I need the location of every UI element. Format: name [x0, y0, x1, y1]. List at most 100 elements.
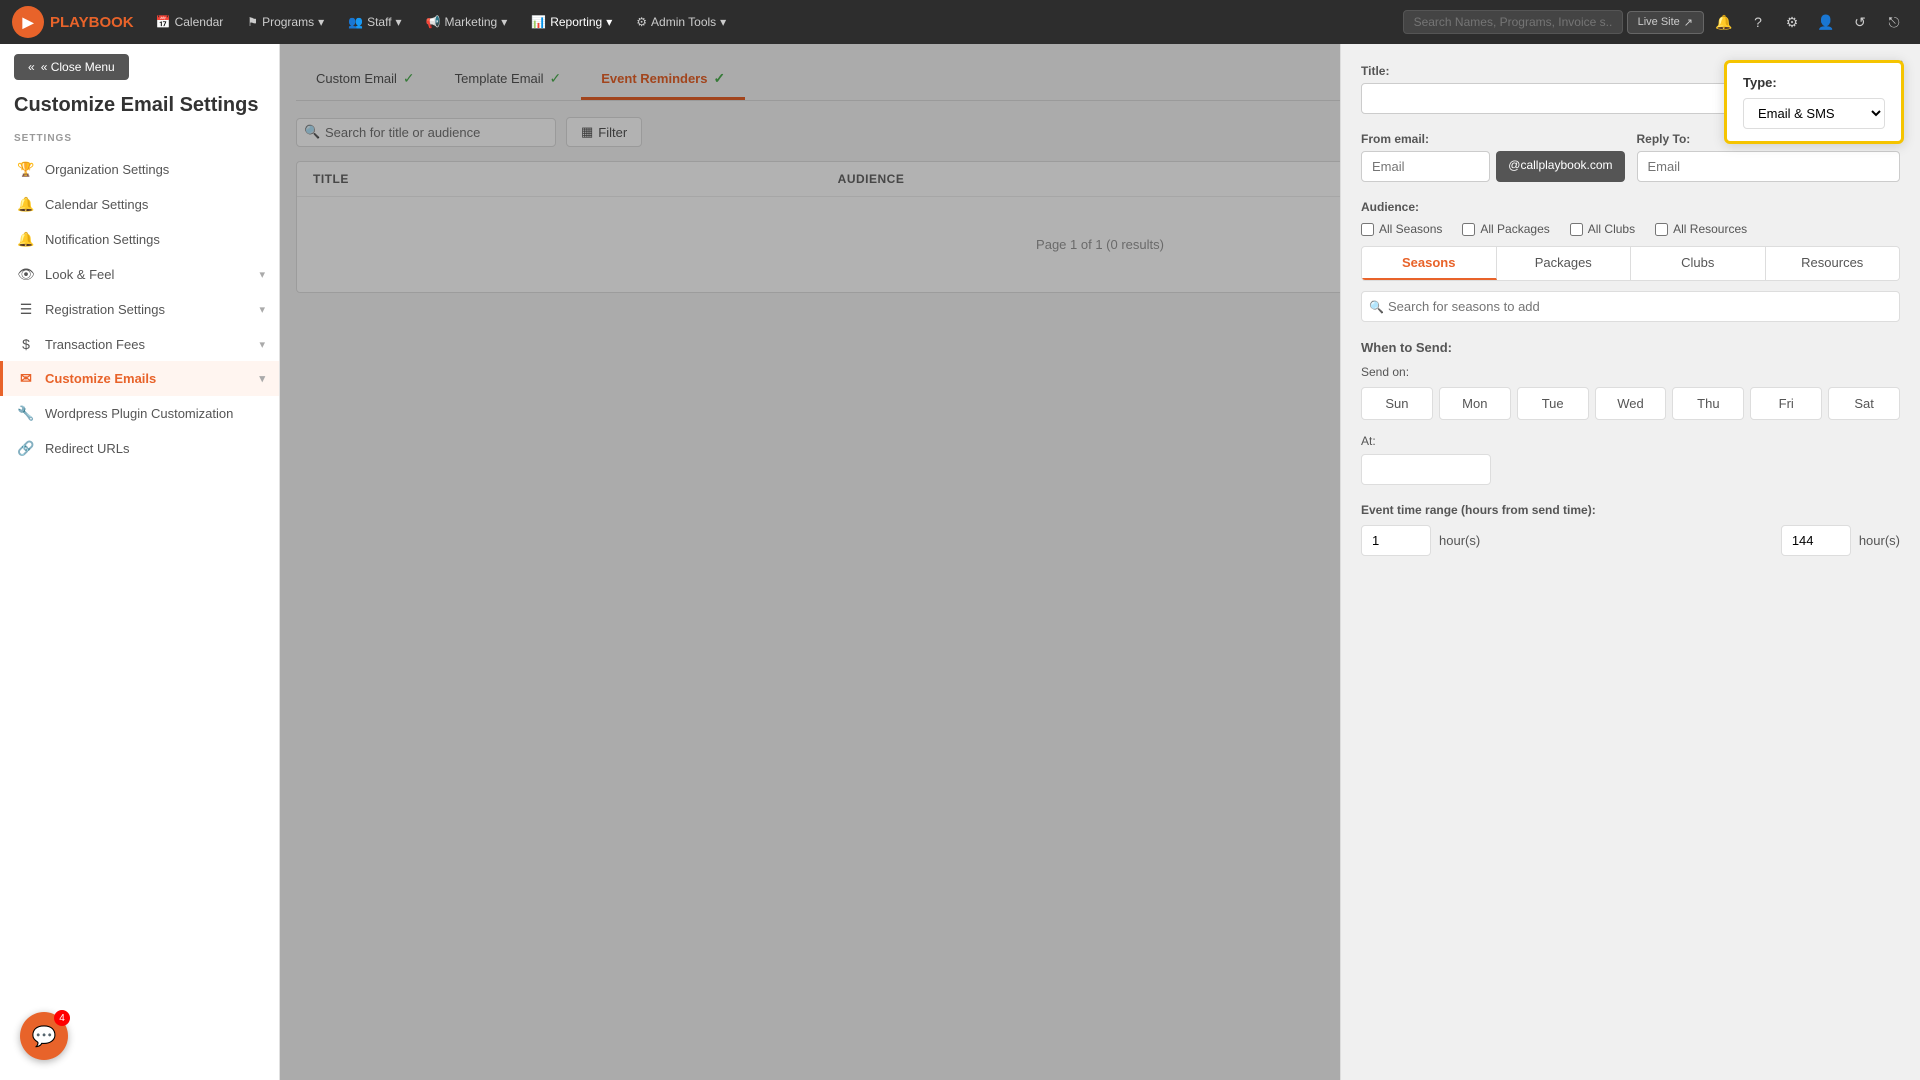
day-sun-button[interactable]: Sun [1361, 387, 1433, 420]
all-seasons-checkbox[interactable] [1361, 223, 1374, 236]
audience-tab-packages[interactable]: Packages [1497, 247, 1632, 280]
user-profile-button[interactable]: 👤 [1812, 8, 1840, 36]
topnav: ▶ PLAYBOOK 📅 Calendar ⚑ Programs ▾ 👥 Sta… [0, 0, 1920, 44]
when-to-send-section: When to Send: Send on: Sun Mon Tue Wed T… [1361, 340, 1900, 485]
all-resources-checkbox[interactable] [1655, 223, 1668, 236]
day-wed-button[interactable]: Wed [1595, 387, 1667, 420]
day-tue-button[interactable]: Tue [1517, 387, 1589, 420]
global-search-input[interactable] [1403, 10, 1623, 34]
nav-marketing[interactable]: 📢 Marketing ▾ [416, 11, 518, 33]
logo-text: PLAYBOOK [50, 14, 134, 31]
event-range-label: Event time range (hours from send time): [1361, 503, 1900, 517]
sidebar-item-notification-settings[interactable]: 🔔 Notification Settings [0, 222, 279, 257]
type-select[interactable]: Email & SMS Email Only SMS Only [1743, 98, 1885, 129]
programs-icon: ⚑ [247, 15, 258, 29]
nav-programs[interactable]: ⚑ Programs ▾ [237, 11, 334, 33]
bell-icon: 🔔 [17, 231, 35, 248]
audience-tab-resources[interactable]: Resources [1766, 247, 1900, 280]
event-time-range-section: Event time range (hours from send time):… [1361, 503, 1900, 556]
list-icon: ☰ [17, 301, 35, 318]
logo-icon: ▶ [12, 6, 44, 38]
sidebar-item-transaction-fees[interactable]: $ Transaction Fees ▾ [0, 327, 279, 361]
bell-icon: 🔔 [17, 196, 35, 213]
sidebar-item-customize-emails[interactable]: ✉ Customize Emails ▾ [0, 361, 279, 396]
when-to-send-label: When to Send: [1361, 340, 1900, 355]
all-clubs-checkbox[interactable] [1570, 223, 1583, 236]
day-buttons: Sun Mon Tue Wed Thu Fri Sat [1361, 387, 1900, 420]
from-email-label: From email: [1361, 132, 1625, 146]
audience-search-input[interactable] [1361, 291, 1900, 322]
eye-icon: 👁 [17, 266, 35, 283]
nav-staff[interactable]: 👥 Staff ▾ [338, 11, 411, 33]
main-content: Custom Email ✓ Template Email ✓ Event Re… [280, 44, 1920, 1080]
chevron-down-icon: ▾ [720, 15, 726, 29]
day-thu-button[interactable]: Thu [1672, 387, 1744, 420]
marketing-icon: 📢 [426, 15, 441, 29]
audience-tab-seasons[interactable]: Seasons [1362, 247, 1497, 280]
type-dropdown-box: Type: Email & SMS Email Only SMS Only [1724, 60, 1904, 144]
sidebar-item-wordpress-plugin[interactable]: 🔧 Wordpress Plugin Customization [0, 396, 279, 431]
send-on-label: Send on: [1361, 365, 1900, 379]
notifications-button[interactable]: 🔔 [1710, 8, 1738, 36]
event-range-min-input[interactable] [1361, 525, 1431, 556]
audience-search-wrap: 🔍 [1361, 291, 1900, 322]
sidebar-item-organization-settings[interactable]: 🏆 Organization Settings [0, 152, 279, 187]
calendar-icon: 📅 [156, 15, 171, 29]
nav-admin-tools[interactable]: ⚙ Admin Tools ▾ [626, 11, 736, 33]
reply-to-input[interactable] [1637, 151, 1901, 182]
audience-label: Audience: [1361, 200, 1900, 214]
plugin-icon: 🔧 [17, 405, 35, 422]
chat-badge: 4 [54, 1010, 70, 1026]
hour-label-max: hour(s) [1859, 533, 1900, 548]
hour-label-min: hour(s) [1439, 533, 1480, 548]
day-mon-button[interactable]: Mon [1439, 387, 1511, 420]
chevron-down-icon: ▾ [259, 338, 265, 351]
sidebar: « « Close Menu Customize Email Settings … [0, 44, 280, 1080]
help-button[interactable]: ? [1744, 8, 1772, 36]
sidebar-item-registration-settings[interactable]: ☰ Registration Settings ▾ [0, 292, 279, 327]
audience-tab-clubs[interactable]: Clubs [1631, 247, 1766, 280]
nav-calendar[interactable]: 📅 Calendar [146, 11, 234, 33]
audience-checkboxes: All Seasons All Packages All Clubs All R… [1361, 222, 1900, 236]
audience-section: Audience: All Seasons All Packages All C… [1361, 200, 1900, 322]
sidebar-item-redirect-urls[interactable]: 🔗 Redirect URLs [0, 431, 279, 466]
app-body: « « Close Menu Customize Email Settings … [0, 44, 1920, 1080]
event-reminder-form-panel: ✕ Title: From email: @callplaybook.com R… [1340, 44, 1920, 1080]
chevron-down-icon: ▾ [259, 303, 265, 316]
chevron-down-icon: ▾ [396, 15, 402, 29]
audience-search-icon: 🔍 [1369, 300, 1384, 314]
settings-button[interactable]: ⚙ [1778, 8, 1806, 36]
sidebar-item-calendar-settings[interactable]: 🔔 Calendar Settings [0, 187, 279, 222]
day-sat-button[interactable]: Sat [1828, 387, 1900, 420]
all-packages-checkbox[interactable] [1462, 223, 1475, 236]
chevron-down-icon: ▾ [259, 372, 265, 385]
chevron-down-icon: ▾ [259, 268, 265, 281]
all-packages-checkbox-label[interactable]: All Packages [1462, 222, 1549, 236]
logout-button[interactable]: ⎋ [1880, 8, 1908, 36]
event-range-max-input[interactable] [1781, 525, 1851, 556]
topnav-icon-group: Live Site ↗ 🔔 ? ⚙ 👤 ↺ ⎋ [1627, 8, 1908, 36]
settings-section-label: SETTINGS [0, 133, 279, 152]
day-fri-button[interactable]: Fri [1750, 387, 1822, 420]
close-menu-button[interactable]: « « Close Menu [14, 54, 129, 80]
all-clubs-checkbox-label[interactable]: All Clubs [1570, 222, 1635, 236]
app-logo[interactable]: ▶ PLAYBOOK [12, 6, 134, 38]
close-menu-icon: « [28, 60, 35, 74]
history-button[interactable]: ↺ [1846, 8, 1874, 36]
at-time-input[interactable] [1361, 454, 1491, 485]
live-site-button[interactable]: Live Site ↗ [1627, 11, 1704, 34]
all-seasons-checkbox-label[interactable]: All Seasons [1361, 222, 1442, 236]
chevron-down-icon: ▾ [606, 15, 612, 29]
external-link-icon: ↗ [1684, 16, 1693, 29]
at-domain-button[interactable]: @callplaybook.com [1496, 151, 1624, 182]
nav-reporting[interactable]: 📊 Reporting ▾ [521, 11, 622, 33]
chat-bubble-button[interactable]: 💬 4 [20, 1012, 68, 1060]
admin-tools-icon: ⚙ [636, 15, 647, 29]
email-icon: ✉ [17, 370, 35, 387]
all-resources-checkbox-label[interactable]: All Resources [1655, 222, 1747, 236]
reporting-icon: 📊 [531, 15, 546, 29]
from-email-input[interactable] [1361, 151, 1490, 182]
chevron-down-icon: ▾ [501, 15, 507, 29]
sidebar-item-look-feel[interactable]: 👁 Look & Feel ▾ [0, 257, 279, 292]
event-range-row: hour(s) hour(s) [1361, 525, 1900, 556]
